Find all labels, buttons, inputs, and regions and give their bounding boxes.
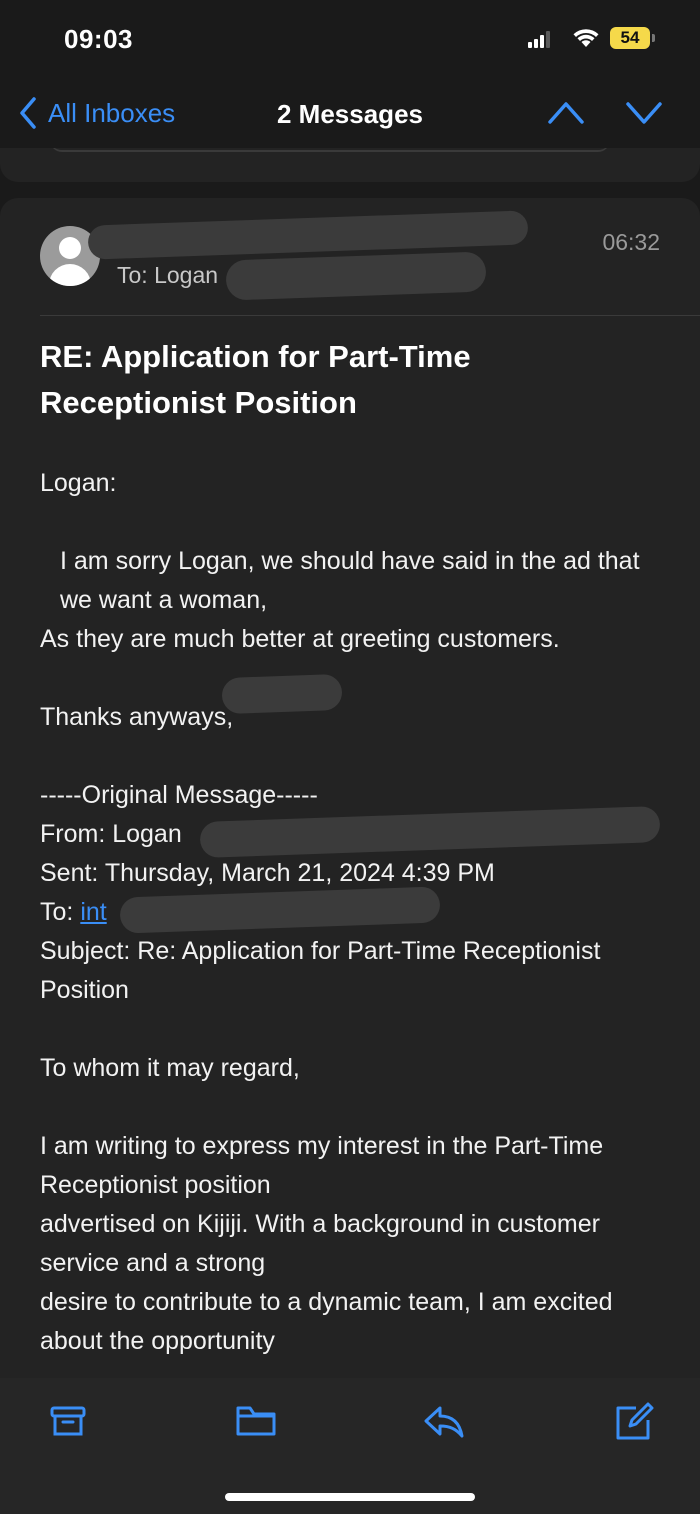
original-to-link[interactable]: int xyxy=(80,898,106,926)
previous-message-preview xyxy=(50,148,610,152)
archive-icon[interactable] xyxy=(48,1402,88,1445)
recipient-line: To: Logan xyxy=(117,262,219,288)
message-card: To: Logan 06:32 RE: Application for Part… xyxy=(0,198,700,1378)
previous-message-button[interactable] xyxy=(548,98,584,131)
greeting: Logan: xyxy=(40,469,117,497)
page-title: 2 Messages xyxy=(277,99,423,129)
message-subject: RE: Application for Part-Time Receptioni… xyxy=(40,339,471,420)
avatar-head xyxy=(59,237,81,259)
next-message-button[interactable] xyxy=(626,98,662,131)
body-line: I am writing to express my interest in t… xyxy=(40,1132,604,1199)
body-line: advertised on Kijiji. With a background … xyxy=(40,1210,600,1277)
signoff: Thanks anyways, xyxy=(40,703,234,731)
original-sent: Sent: Thursday, March 21, 2024 4:39 PM xyxy=(40,859,495,887)
chevron-down-icon xyxy=(626,102,662,124)
status-bar: 09:03 54 xyxy=(0,0,700,80)
status-time: 09:03 xyxy=(64,24,133,54)
body-line: desire to contribute to a dynamic team, … xyxy=(40,1288,613,1355)
battery-indicator: 54 xyxy=(610,27,650,49)
reply-icon[interactable] xyxy=(422,1402,466,1445)
original-to-label: To: xyxy=(40,898,74,926)
header-divider xyxy=(40,315,700,316)
wifi-icon xyxy=(571,26,601,53)
cellular-signal-icon xyxy=(528,30,552,53)
signature-redaction xyxy=(221,673,343,715)
message-time: 06:32 xyxy=(602,229,660,255)
avatar-body xyxy=(49,264,91,286)
recipient-redaction xyxy=(225,251,487,301)
compose-icon[interactable] xyxy=(612,1402,654,1447)
home-indicator[interactable] xyxy=(225,1493,475,1501)
chevron-up-icon xyxy=(548,102,584,124)
navigation-bar: All Inboxes 2 Messages xyxy=(0,80,700,150)
battery-nub xyxy=(652,34,655,42)
original-subject: Subject: Re: Application for Part-Time R… xyxy=(40,937,601,1004)
body-line: I am sorry Logan, we should have said in… xyxy=(60,547,640,614)
folder-icon[interactable] xyxy=(234,1402,278,1445)
salutation: To whom it may regard, xyxy=(40,1054,300,1082)
previous-message-card[interactable] xyxy=(0,148,700,182)
body-line: As they are much better at greeting cust… xyxy=(40,625,560,653)
